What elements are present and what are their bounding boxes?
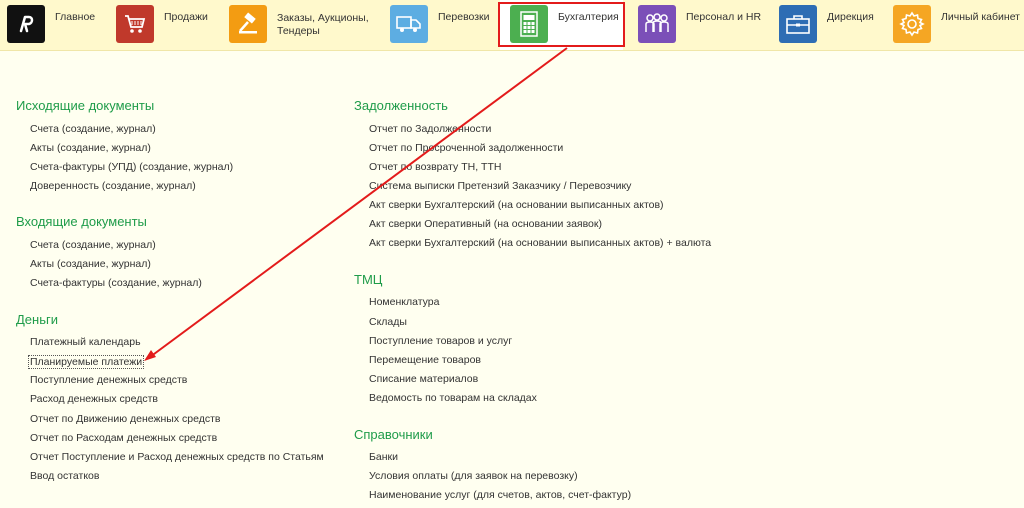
link-waybill-return-report[interactable]: Отчет по возврату ТН, ТТН [369,161,501,173]
nav-account-label: Личный кабинет [941,11,1020,23]
section-title-debt: Задолженность [354,98,448,113]
link-cash-flow-report[interactable]: Отчет по Движению денежных средств [30,413,220,425]
briefcase-icon [779,5,817,43]
link-claims-system[interactable]: Система выписки Претензий Заказчику / Пе… [369,180,631,192]
link-warehouses[interactable]: Склады [369,316,407,328]
link-debt-report[interactable]: Отчет по Задолженности [369,123,491,135]
people-icon [638,5,676,43]
link-outgoing-acts[interactable]: Акты (создание, журнал) [30,142,151,154]
link-outgoing-poa[interactable]: Доверенность (создание, журнал) [30,180,196,192]
nav-sales-label: Продажи [164,11,208,23]
link-cash-expenses[interactable]: Расход денежных средств [30,393,158,405]
link-banks[interactable]: Банки [369,451,398,463]
truck-icon [390,5,428,43]
link-reconciliation-accounting[interactable]: Акт сверки Бухгалтерский (на основании в… [369,199,664,211]
link-warehouse-statement[interactable]: Ведомость по товарам на складах [369,392,537,404]
nav-management[interactable]: Дирекция [779,0,889,50]
nav-main-label: Главное [55,11,96,23]
nav-orders[interactable]: Заказы, Аукционы, Тендеры [229,0,384,50]
section-title-references: Справочники [354,427,433,442]
section-title-incoming-docs: Входящие документы [16,214,147,229]
link-planned-payments[interactable]: Планируемые платежи [28,355,145,369]
hammer-icon [229,5,267,43]
section-title-money: Деньги [16,312,58,327]
logo-icon [7,5,45,43]
section-title-inventory: ТМЦ [354,272,383,287]
link-incoming-acts[interactable]: Акты (создание, журнал) [30,258,151,270]
nav-management-label: Дирекция [827,11,874,23]
link-outgoing-upd[interactable]: Счета-фактуры (УПД) (создание, журнал) [30,161,233,173]
link-reconciliation-currency[interactable]: Акт сверки Бухгалтерский (на основании в… [369,237,711,249]
nav-orders-label: Заказы, Аукционы, Тендеры [277,12,369,37]
nav-sales[interactable]: Продажи [116,0,226,50]
gear-icon [893,5,931,43]
link-overdue-debt-report[interactable]: Отчет по Просроченной задолженности [369,142,563,154]
link-service-names[interactable]: Наименование услуг (для счетов, актов, с… [369,489,631,501]
link-nomenclature[interactable]: Номенклатура [369,296,439,308]
nav-transport-label: Перевозки [438,11,490,23]
link-incoming-invoices[interactable]: Счета (создание, журнал) [30,239,156,251]
link-cash-receipts[interactable]: Поступление денежных средств [30,374,187,386]
link-goods-receipt[interactable]: Поступление товаров и услуг [369,335,512,347]
link-payment-terms[interactable]: Условия оплаты (для заявок на перевозку) [369,470,578,482]
nav-main[interactable]: Главное [0,0,112,50]
nav-transport[interactable]: Перевозки [390,0,494,50]
nav-hr[interactable]: Персонал и HR [638,0,768,50]
nav-account[interactable]: Личный кабинет [893,0,1024,50]
link-materials-writeoff[interactable]: Списание материалов [369,373,478,385]
nav-hr-label: Персонал и HR [686,11,762,23]
link-expense-report[interactable]: Отчет по Расходам денежных средств [30,432,217,444]
link-reconciliation-operational[interactable]: Акт сверки Оперативный (на основании зая… [369,218,602,230]
link-outgoing-invoices[interactable]: Счета (создание, журнал) [30,123,156,135]
link-income-expense-by-item[interactable]: Отчет Поступление и Расход денежных сред… [30,451,324,463]
link-opening-balances[interactable]: Ввод остатков [30,470,99,482]
link-goods-transfer[interactable]: Перемещение товаров [369,354,481,366]
link-payment-calendar[interactable]: Платежный календарь [30,336,141,348]
link-incoming-vat-invoices[interactable]: Счета-фактуры (создание, журнал) [30,277,202,289]
cart-icon [116,5,154,43]
section-title-outgoing-docs: Исходящие документы [16,98,155,113]
annotation-highlight-box [498,2,625,47]
